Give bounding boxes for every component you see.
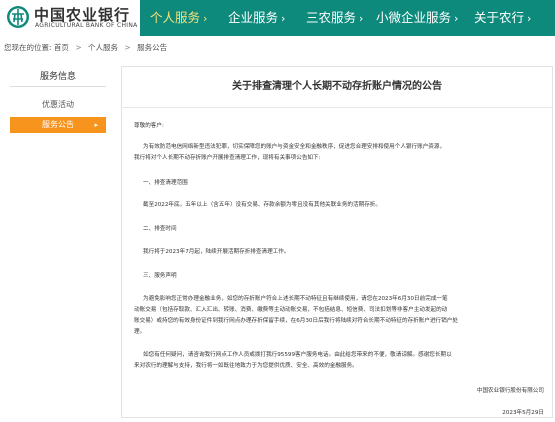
closing-line: 来对农行的理解与支持，我行将一如既往地致力于为您提供优质、安全、高效的金融服务。: [134, 363, 358, 369]
section-body: 我行将于2023年7月起，陆续开展活期存折排查清理工作。: [143, 249, 290, 255]
closing-line: 如您有任何疑问，请咨询我行网点工作人员或拨打我行95599客户服务电话。由此给您…: [143, 352, 452, 358]
section-body-line: 动账交易（包括存取款、汇入汇出、转账、消费、缴费等主动动账交易，不包括结息、短信…: [134, 307, 448, 313]
chevron-right-icon: ›: [527, 12, 532, 25]
sidebar-title: 服务信息: [10, 68, 106, 87]
arrow-right-icon: ▸: [94, 121, 98, 129]
sidebar: 服务信息 优惠活动 服务公告 ▸: [10, 68, 106, 133]
main-nav: 个人服务 › 企业服务 › 三农服务 › 小微企业服务 › 关于农行 ›: [140, 0, 555, 36]
nav-label: 小微企业服务: [376, 10, 452, 25]
breadcrumb-separator: >: [75, 43, 82, 52]
sidebar-item-notices[interactable]: 服务公告 ▸: [10, 117, 106, 133]
breadcrumb-home[interactable]: 首页: [54, 43, 69, 52]
notice-intro-line: 我行将对个人长期不动存折账户开展排查清理工作，现将有关事项公告如下:: [134, 155, 321, 161]
sidebar-item-label: 优惠活动: [42, 100, 74, 109]
section-heading: 三、服务声明: [143, 273, 177, 279]
nav-label: 企业服务: [228, 10, 279, 25]
breadcrumb-prefix: 您现在的位置:: [4, 43, 52, 52]
bank-logo[interactable]: 中国农业银行 AGRICULTURAL BANK OF CHINA: [6, 3, 156, 33]
nav-label: 个人服务: [150, 10, 201, 25]
breadcrumb: 您现在的位置: 首页 > 个人服务 > 服务公告: [4, 42, 167, 53]
abc-logo-icon: [7, 6, 29, 28]
sidebar-item-promotions[interactable]: 优惠活动: [10, 97, 106, 113]
nav-label: 三农服务: [306, 10, 357, 25]
chevron-right-icon: ›: [203, 12, 208, 25]
chevron-right-icon: ›: [281, 12, 286, 25]
breadcrumb-separator: >: [124, 43, 131, 52]
notice-intro-line: 为有效防范电信网络新型违法犯罪，切实保障您的账户与资金安全和金融秩序，促进您合理…: [143, 144, 446, 150]
section-body-line: 为避免影响您正常办理金融业务，如您的存折账户符合上述长期不动特征且有继续使用，请…: [143, 296, 448, 302]
notice-title: 关于排查清理个人长期不动存折账户情况的公告: [122, 67, 552, 108]
nav-item-small-business[interactable]: 小微企业服务 ›: [376, 0, 458, 36]
breadcrumb-personal[interactable]: 个人服务: [88, 43, 118, 52]
nav-item-about[interactable]: 关于农行 ›: [474, 0, 531, 36]
bank-name-en: AGRICULTURAL BANK OF CHINA: [35, 22, 138, 29]
breadcrumb-notices[interactable]: 服务公告: [137, 43, 167, 52]
nav-item-personal[interactable]: 个人服务 ›: [150, 0, 207, 36]
section-heading: 一、排查清理范围: [143, 180, 188, 186]
chevron-right-icon: ›: [359, 12, 364, 25]
site-header: 中国农业银行 AGRICULTURAL BANK OF CHINA 个人服务 › …: [0, 0, 555, 36]
sidebar-item-label: 服务公告: [42, 120, 74, 129]
notice-panel: 关于排查清理个人长期不动存折账户情况的公告 尊敬的客户: 为有效防范电信网络新型…: [121, 66, 553, 418]
section-body-line: 账交易）或持您的有效身份证件到我行网点办理存折保留手续，在6月30日后我行将陆续…: [134, 318, 458, 324]
nav-label: 关于农行: [474, 10, 525, 25]
notice-date: 2023年5月29日: [502, 410, 544, 416]
notice-greeting: 尊敬的客户:: [134, 123, 164, 129]
nav-item-rural[interactable]: 三农服务 ›: [306, 0, 363, 36]
chevron-right-icon: ›: [454, 12, 459, 25]
notice-signature: 中国农业银行股份有限公司: [476, 388, 544, 394]
section-body-line: 理。: [134, 329, 146, 335]
section-body: 截至2022年底，五年以上（含五年）没有交易、存款余额为零且没有其他关联业务的活…: [143, 202, 381, 208]
section-heading: 二、排查时间: [143, 226, 177, 232]
nav-item-corporate[interactable]: 企业服务 ›: [228, 0, 285, 36]
